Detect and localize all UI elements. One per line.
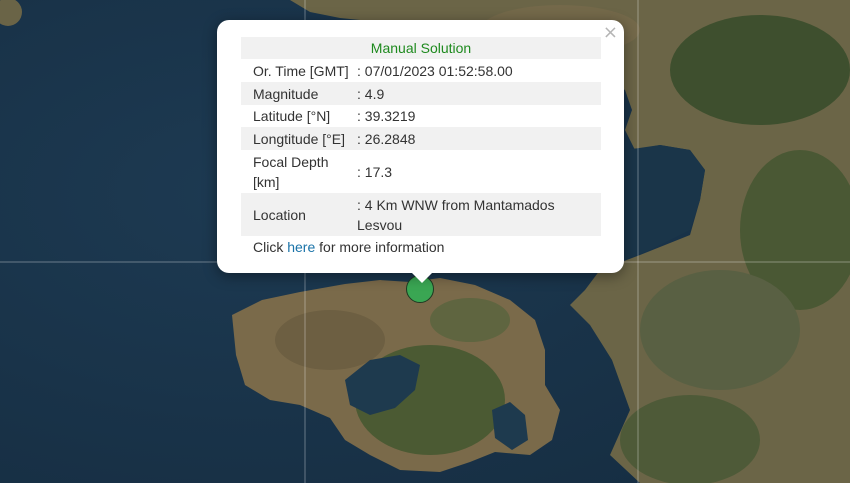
info-row-magnitude: Magnitude : 4.9 [241,82,601,105]
info-row-latitude: Latitude [°N] : 39.3219 [241,105,601,127]
island-hills [430,298,510,342]
island-hills [275,310,385,370]
info-label: Longtitude [°E] [253,130,345,147]
info-row-location: Location : 4 Km WNW from Mantamados Lesv… [241,193,601,236]
popup-pointer [411,272,433,283]
footer-prefix: Click [253,239,288,255]
popup-footer: Click here for more information [241,236,601,258]
info-value: : 39.3219 [357,108,416,124]
info-label: Or. Time [GMT] [253,62,349,79]
mountain-ridge [620,395,760,483]
info-row-origin-time: Or. Time [GMT] : 07/01/2023 01:52:58.00 [241,59,601,82]
info-row-longitude: Longtitude [°E] : 26.2848 [241,127,601,150]
info-value: : 17.3 [357,163,393,180]
mountain-ridge [640,270,800,390]
popup-content: Manual Solution Or. Time [GMT] : 07/01/2… [241,37,601,258]
info-row-focal-depth: Focal Depth [km] : 17.3 [241,150,601,193]
popup-title: Manual Solution [241,37,601,59]
info-value: : 4.9 [357,85,385,102]
close-icon[interactable]: × [603,24,618,42]
footer-suffix: for more information [315,239,445,255]
info-value: : 4 Km WNW from Mantamados Lesvou [357,196,555,233]
info-value: : 26.2848 [357,130,416,147]
more-info-link[interactable]: here [287,239,315,255]
info-label: Magnitude [253,85,319,102]
info-label: Latitude [°N] [253,108,331,124]
info-label: Focal Depth [km] [253,153,329,190]
info-value: : 07/01/2023 01:52:58.00 [357,62,513,79]
earthquake-info-popup: × Manual Solution Or. Time [GMT] : 07/01… [217,20,624,273]
info-label: Location [253,206,306,223]
mountain-ridge [670,15,850,125]
